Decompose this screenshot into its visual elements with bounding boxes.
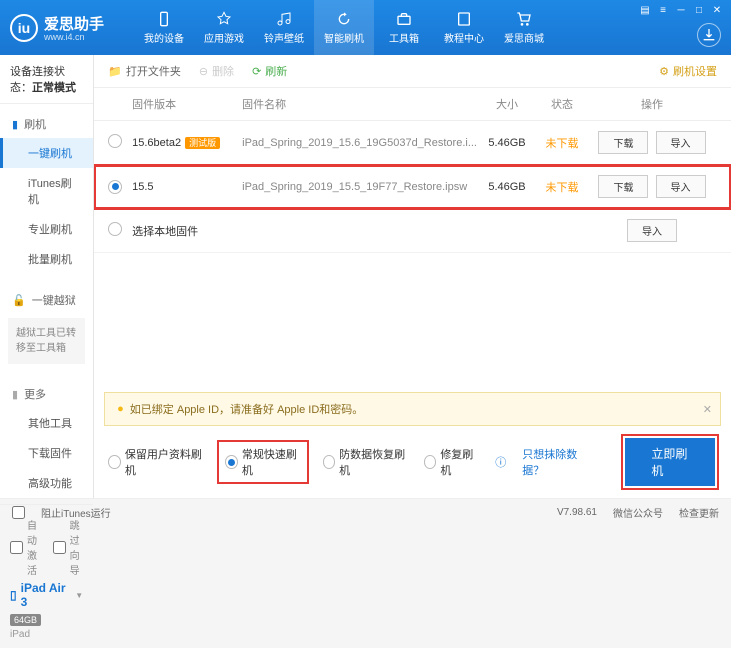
local-firmware-label: 选择本地固件 [132, 223, 304, 239]
info-icon[interactable]: ⓘ [495, 454, 506, 470]
option-keep-data[interactable]: 保留用户资料刷机 [108, 446, 203, 478]
nav-tutorials[interactable]: 教程中心 [434, 0, 494, 55]
skip-guide-label: 跳过向导 [70, 517, 84, 577]
lock-button[interactable]: ≡ [655, 4, 671, 16]
fw-size: 5.46GB [477, 137, 537, 149]
check-update-link[interactable]: 检查更新 [679, 505, 719, 520]
close-button[interactable]: ✕ [709, 4, 725, 16]
option-radio[interactable] [323, 455, 336, 469]
import-button[interactable]: 导入 [656, 131, 706, 154]
device-type: iPad [10, 629, 83, 640]
block-itunes-label: 阻止iTunes运行 [41, 505, 111, 520]
table-row[interactable]: 15.6beta2测试版 iPad_Spring_2019_15.6_19G50… [94, 121, 731, 165]
nav-ringtones[interactable]: 铃声壁纸 [254, 0, 314, 55]
beta-tag: 测试版 [185, 137, 220, 149]
book-icon [455, 10, 473, 28]
table-row-local[interactable]: 选择本地固件 导入 [94, 209, 731, 253]
sidebar-item-pro-flash[interactable]: 专业刷机 [0, 214, 93, 244]
device-name[interactable]: ▯ iPad Air 3 ▼ [10, 581, 83, 609]
refresh-button[interactable]: ⟳刷新 [252, 63, 287, 79]
jailbreak-notice: 越狱工具已转移至工具箱 [8, 318, 85, 364]
fw-name: iPad_Spring_2019_15.5_19F77_Restore.ipsw [242, 181, 477, 193]
option-anti-recovery[interactable]: 防数据恢复刷机 [323, 446, 408, 478]
block-itunes-checkbox[interactable] [12, 506, 25, 519]
section-jailbreak[interactable]: 🔓一键越狱 [0, 286, 93, 314]
row-radio[interactable] [108, 134, 122, 148]
nav-store[interactable]: 爱思商城 [494, 0, 554, 55]
refresh-icon: ⟳ [252, 65, 261, 78]
maximize-button[interactable]: □ [691, 4, 707, 16]
th-version: 固件版本 [132, 96, 242, 112]
th-name: 固件名称 [242, 96, 477, 112]
chevron-down-icon: ▼ [75, 591, 83, 600]
appleid-alert: ● 如已绑定 Apple ID，请准备好 Apple ID和密码。 ✕ [104, 392, 721, 426]
nav-toolbox[interactable]: 工具箱 [374, 0, 434, 55]
download-button[interactable]: 下载 [598, 131, 648, 154]
delete-icon: ⊖ [199, 65, 208, 78]
fw-name: iPad_Spring_2019_15.6_19G5037d_Restore.i… [242, 137, 477, 149]
open-folder-button[interactable]: 📁打开文件夹 [108, 63, 181, 79]
table-row[interactable]: 15.5 iPad_Spring_2019_15.5_19F77_Restore… [94, 165, 731, 209]
menu-button[interactable]: ▤ [637, 4, 653, 16]
sidebar-item-itunes-flash[interactable]: iTunes刷机 [0, 168, 93, 214]
gear-icon: ⚙ [659, 65, 669, 78]
folder-icon: 📁 [108, 65, 122, 78]
alert-close-button[interactable]: ✕ [703, 403, 712, 416]
brand-url: www.i4.cn [44, 32, 104, 42]
nav-my-device[interactable]: 我的设备 [134, 0, 194, 55]
flash-now-wrapper: 立即刷机 [623, 436, 717, 488]
delete-button[interactable]: ⊖删除 [199, 63, 234, 79]
sidebar-item-other-tools[interactable]: 其他工具 [0, 408, 93, 438]
nav-flash[interactable]: 智能刷机 [314, 0, 374, 55]
version-label: V7.98.61 [557, 507, 597, 518]
apps-icon [215, 10, 233, 28]
warning-icon: ● [117, 403, 124, 415]
erase-data-link[interactable]: 只想抹除数据？ [522, 446, 591, 478]
option-normal-flash[interactable]: 常规快速刷机 [219, 442, 306, 482]
fw-size: 5.46GB [477, 181, 537, 193]
toolbox-icon [395, 10, 413, 28]
option-repair-flash[interactable]: 修复刷机 [424, 446, 480, 478]
app-logo: iu 爱思助手 www.i4.cn [10, 13, 104, 42]
sidebar-item-batch-flash[interactable]: 批量刷机 [0, 244, 93, 274]
minimize-button[interactable]: ─ [673, 4, 689, 16]
skip-guide-checkbox[interactable] [53, 541, 66, 554]
logo-icon: iu [10, 14, 38, 42]
download-button[interactable]: 下载 [598, 175, 648, 198]
music-icon [275, 10, 293, 28]
wechat-link[interactable]: 微信公众号 [613, 505, 663, 520]
th-size: 大小 [477, 96, 537, 112]
row-radio[interactable] [108, 180, 122, 194]
fw-status: 未下载 [537, 135, 587, 151]
import-button[interactable]: 导入 [656, 175, 706, 198]
section-more[interactable]: ▮更多 [0, 380, 93, 408]
phone-icon [155, 10, 173, 28]
flash-now-button[interactable]: 立即刷机 [625, 438, 715, 486]
option-radio[interactable] [424, 455, 437, 469]
cart-icon [515, 10, 533, 28]
refresh-icon [335, 10, 353, 28]
auto-activate-label: 自动激活 [27, 517, 41, 577]
download-manager-button[interactable] [697, 23, 721, 47]
brand-name: 爱思助手 [44, 13, 104, 34]
sidebar-item-download-fw[interactable]: 下载固件 [0, 438, 93, 468]
device-icon: ▯ [10, 588, 17, 602]
fw-status: 未下载 [537, 179, 587, 195]
sidebar-item-advanced[interactable]: 高级功能 [0, 468, 93, 498]
row-radio[interactable] [108, 222, 122, 236]
sidebar-item-oneclick-flash[interactable]: 一键刷机 [0, 138, 93, 168]
storage-badge: 64GB [10, 614, 41, 626]
connection-status: 设备连接状态：正常模式 [0, 55, 93, 104]
option-radio[interactable] [225, 455, 238, 469]
th-status: 状态 [537, 96, 587, 112]
auto-activate-checkbox[interactable] [10, 541, 23, 554]
flash-settings-button[interactable]: ⚙刷机设置 [659, 63, 717, 79]
import-button[interactable]: 导入 [627, 219, 677, 242]
section-flash[interactable]: ▮刷机 [0, 110, 93, 138]
nav-apps[interactable]: 应用游戏 [194, 0, 254, 55]
option-radio[interactable] [108, 455, 121, 469]
th-ops: 操作 [587, 96, 717, 112]
